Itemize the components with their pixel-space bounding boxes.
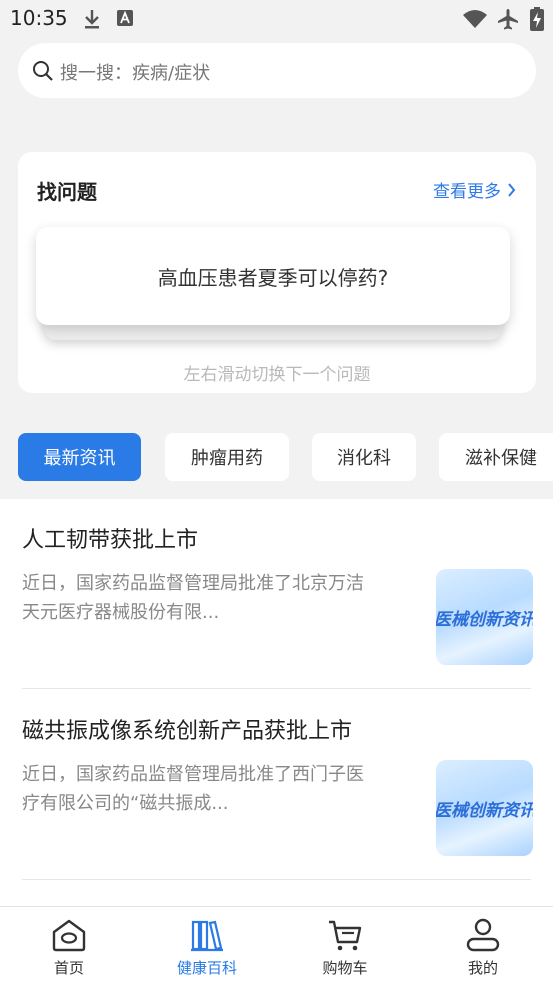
tab-latest-news[interactable]: 最新资讯 — [18, 433, 141, 481]
tab-label: 消化科 — [337, 448, 391, 469]
thumbnail-caption: 医械创新资讯 — [436, 801, 533, 821]
article-item[interactable]: 磁共振成像系统创新产品获批上市 近日，国家药品监督管理局批准了西门子医疗有限公司… — [0, 690, 553, 880]
question-text: 高血压患者夏季可以停药? — [157, 265, 389, 290]
chevron-right-icon — [508, 182, 516, 197]
person-icon — [466, 918, 500, 952]
divider — [22, 688, 531, 689]
status-time: 10:35 — [10, 6, 68, 30]
books-icon — [191, 920, 223, 952]
divider — [22, 879, 531, 880]
nav-label: 购物车 — [322, 959, 368, 977]
airplane-mode-icon — [498, 9, 518, 30]
article-summary: 近日，国家药品监督管理局批准了西门子医疗有限公司的“磁共振成... — [22, 764, 364, 814]
tab-gastroenterology[interactable]: 消化科 — [312, 433, 416, 481]
article-thumbnail: 医械创新资讯 — [436, 760, 533, 856]
tab-nutrition-health[interactable]: 滋补保健 — [439, 433, 553, 481]
question-card: 找问题 查看更多 高血压患者夏季可以停药? 左右滑动切换下一个问题 — [18, 152, 536, 393]
thumbnail-caption: 医械创新资讯 — [436, 610, 533, 630]
battery-charging-icon — [530, 7, 544, 31]
nav-label: 我的 — [467, 959, 498, 977]
view-more-label: 查看更多 — [433, 182, 501, 202]
article-thumbnail: 医械创新资讯 — [436, 569, 533, 665]
status-bar: 10:35 — [0, 0, 553, 38]
article-summary: 近日，国家药品监督管理局批准了北京万洁天元医疗器械股份有限... — [22, 573, 364, 623]
article-title: 磁共振成像系统创新产品获批上市 — [22, 719, 353, 744]
keyboard-a-icon — [117, 10, 133, 26]
search-bar[interactable]: 搜一搜：疾病/症状 — [18, 43, 536, 98]
article-title: 人工韧带获批上市 — [22, 528, 199, 553]
search-placeholder: 搜一搜：疾病/症状 — [60, 63, 211, 84]
nav-home[interactable]: 首页 — [0, 907, 138, 985]
nav-profile[interactable]: 我的 — [414, 907, 552, 985]
wifi-icon — [463, 10, 487, 28]
nav-health-encyclopedia[interactable]: 健康百科 — [138, 907, 276, 985]
question-card-title: 找问题 — [37, 180, 97, 204]
view-more-link[interactable]: 查看更多 — [433, 177, 516, 202]
cart-icon — [329, 920, 362, 951]
nav-label: 健康百科 — [176, 959, 237, 977]
bottom-nav: 首页 健康百科 购物车 我的 — [0, 906, 553, 985]
tab-label: 滋补保健 — [465, 448, 537, 469]
nav-cart[interactable]: 购物车 — [276, 907, 414, 985]
category-tabs: 最新资讯 肿瘤用药 消化科 滋补保健 — [0, 433, 553, 481]
search-icon — [33, 61, 53, 81]
tab-label: 最新资讯 — [43, 448, 116, 469]
article-item[interactable]: 人工韧带获批上市 近日，国家药品监督管理局批准了北京万洁天元医疗器械股份有限..… — [0, 499, 553, 689]
question-swipe-card[interactable]: 高血压患者夏季可以停药? — [36, 227, 510, 325]
nav-label: 首页 — [53, 959, 84, 977]
tab-oncology-drugs[interactable]: 肿瘤用药 — [165, 433, 289, 481]
swipe-hint: 左右滑动切换下一个问题 — [183, 365, 371, 385]
home-icon — [52, 919, 86, 952]
download-icon — [85, 10, 99, 29]
tab-label: 肿瘤用药 — [191, 448, 263, 469]
article-feed: 人工韧带获批上市 近日，国家药品监督管理局批准了北京万洁天元医疗器械股份有限..… — [0, 499, 553, 906]
